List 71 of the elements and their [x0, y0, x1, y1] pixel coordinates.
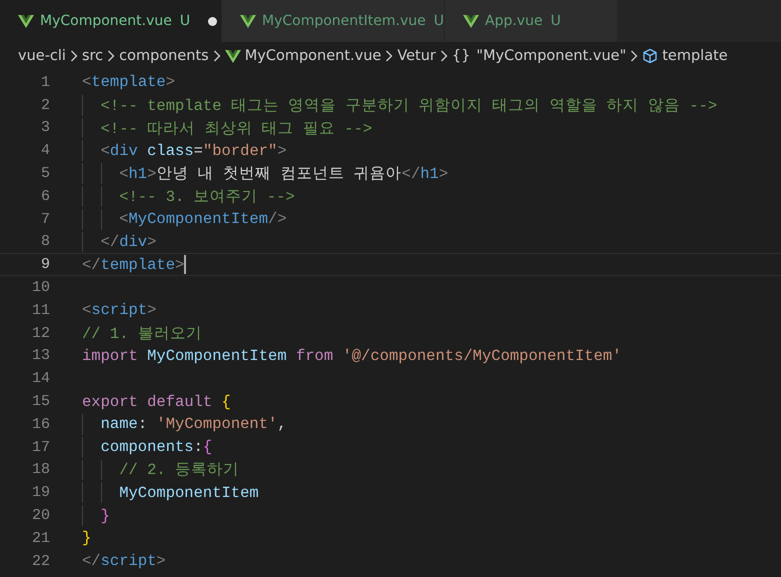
- line-number: 11: [30, 302, 50, 319]
- code-line: </div>: [100, 232, 156, 251]
- chevron-right-icon: [630, 50, 638, 62]
- breadcrumb-item[interactable]: src: [82, 48, 104, 64]
- line-number: 22: [30, 552, 50, 570]
- line-number: 5: [40, 165, 50, 182]
- line-number: 6: [40, 188, 50, 205]
- braces-symbol: {}: [452, 48, 470, 64]
- line-number: 9: [40, 256, 50, 274]
- editor-tab[interactable]: App.vue U: [445, 0, 618, 42]
- text-cursor: [184, 255, 186, 274]
- line-number: 12: [30, 324, 50, 342]
- code-line: <!-- 따라서 최상위 태그 필요 -->: [100, 118, 372, 138]
- chevron-right-icon: [212, 50, 221, 62]
- code-line: import MyComponentItem from '@/components/MyComponentItem': [82, 346, 622, 365]
- line-number: 19: [30, 484, 50, 502]
- code-line: name: 'MyComponent',: [100, 415, 287, 434]
- vue-logo-icon: [224, 50, 241, 62]
- line-number: 1: [40, 74, 50, 91]
- line-number: 4: [40, 142, 50, 160]
- line-number: 3: [40, 119, 50, 136]
- code-line: <MyComponentItem/>: [119, 210, 287, 228]
- git-status: U: [434, 13, 444, 29]
- line-number: 20: [30, 507, 50, 524]
- code-line: export default {: [82, 392, 231, 411]
- code-line: <div class="border">: [100, 142, 287, 160]
- breadcrumb-item[interactable]: vue-cli: [18, 48, 66, 64]
- chevron-right-icon: [385, 50, 394, 62]
- code-line: components:{: [100, 438, 212, 456]
- cube-icon: [642, 48, 658, 64]
- line-number: 21: [30, 530, 50, 547]
- code-line: // 1. 불러오기: [82, 324, 202, 344]
- vue-logo-icon: [463, 14, 479, 28]
- tab-label: MyComponent.vue: [40, 13, 172, 29]
- git-status: U: [550, 13, 561, 29]
- line-number: 13: [30, 347, 50, 364]
- code-line: <!-- template 태그는 영역을 구분하기 위함이지 태그의 역할을 하지 않음 -->: [100, 96, 718, 116]
- line-number: 2: [40, 96, 50, 114]
- code-line: <!-- 3. 보여주기 -->: [119, 186, 295, 207]
- breadcrumb-item[interactable]: template: [662, 48, 728, 64]
- line-number: 10: [30, 279, 50, 296]
- line-number: 15: [30, 393, 50, 410]
- chevron-right-icon: [440, 50, 448, 62]
- code-line: }: [82, 529, 92, 548]
- line-number: 7: [40, 210, 50, 228]
- breadcrumb-item[interactable]: MyComponent.vue: [244, 48, 382, 64]
- vue-logo-icon: [240, 14, 256, 28]
- tab-label: App.vue: [485, 13, 543, 29]
- code-line: // 2. 등록하기: [119, 460, 239, 480]
- line-number: 18: [30, 461, 50, 478]
- tab-label: MyComponentItem.vue: [262, 13, 426, 29]
- code-line: </template>: [82, 256, 184, 274]
- editor-tab[interactable]: MyComponentItem.vue U: [222, 0, 445, 42]
- breadcrumb-item[interactable]: "MyComponent.vue": [476, 48, 626, 64]
- code-line: }: [100, 506, 110, 525]
- line-number: 8: [40, 233, 50, 250]
- code-line: <template>: [82, 73, 176, 92]
- code-line: <script>: [82, 301, 156, 320]
- code-line: MyComponentItem: [119, 484, 259, 502]
- breadcrumb-item[interactable]: Vetur: [397, 48, 436, 64]
- git-status: U: [180, 13, 190, 29]
- chevron-right-icon: [107, 50, 116, 62]
- line-number: 14: [30, 370, 50, 388]
- chevron-right-icon: [70, 50, 78, 62]
- breadcrumb-item[interactable]: components: [119, 48, 209, 64]
- code-line: </script>: [82, 552, 166, 570]
- vue-logo-icon: [18, 14, 34, 28]
- line-number: 16: [30, 416, 50, 433]
- line-number: 17: [30, 438, 50, 456]
- code-line: <h1>안녕 내 첫번째 컴포넌트 귀욤아</h1>: [119, 164, 448, 184]
- editor-tab[interactable]: MyComponent.vue U: [0, 0, 222, 42]
